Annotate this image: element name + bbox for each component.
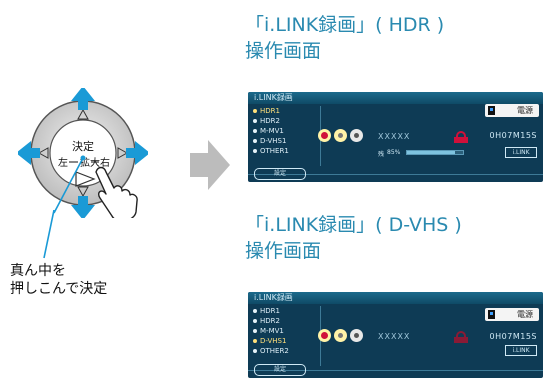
screen2-panel-title: i.LINK録画 [254, 293, 293, 302]
screen2-titlebar: i.LINK録画 [248, 292, 543, 304]
input-item[interactable]: D-VHS1 [252, 336, 318, 346]
screen1-heading: 「i.LINK録画」( HDR ) 操作画面 [245, 12, 444, 64]
power-label: 電源 [517, 310, 533, 319]
dpad-left-label: 左 [58, 156, 68, 169]
input-item[interactable]: D-VHS1 [252, 136, 318, 146]
program-title: XXXXX [378, 132, 411, 141]
screen2-heading-line1: 「i.LINK録画」( D-VHS ) [245, 214, 462, 236]
input-label: OTHER1 [260, 147, 289, 155]
input-label: HDR2 [260, 117, 280, 125]
remain-bar [406, 150, 464, 155]
caption-line2: 押しこんで決定 [10, 281, 108, 297]
power-icon [488, 310, 495, 319]
input-item[interactable]: M-MV1 [252, 126, 318, 136]
input-item[interactable]: HDR2 [252, 116, 318, 126]
pause-button[interactable] [334, 329, 347, 342]
input-label: M-MV1 [260, 327, 284, 335]
settings-button[interactable]: 設定 [254, 168, 306, 180]
settings-button[interactable]: 設定 [254, 364, 306, 376]
leader-line-lower [43, 210, 55, 259]
lock-icon [454, 331, 468, 343]
screen1-panel-title: i.LINK録画 [254, 93, 293, 102]
input-label: D-VHS1 [260, 137, 287, 145]
screen2-panel: i.LINK録画 HDR1 HDR2 M-MV1 D-VHS1 OTHER2 X… [248, 292, 543, 378]
input-label: HDR2 [260, 317, 280, 325]
transport-buttons [318, 329, 368, 343]
program-title: XXXXX [378, 332, 411, 341]
remaining-time: 0H07M15S [489, 332, 537, 341]
screen1-heading-line1: 「i.LINK録画」( HDR ) [245, 14, 445, 36]
screen2-heading-line2: 操作画面 [245, 240, 322, 262]
input-item[interactable]: OTHER1 [252, 146, 318, 156]
screen1-panel: i.LINK録画 HDR1 HDR2 M-MV1 D-VHS1 OTHER1 X… [248, 92, 543, 182]
stop-button[interactable] [350, 329, 363, 342]
remain-prefix: 残 [378, 151, 385, 158]
input-label: HDR1 [260, 107, 280, 115]
screen1-heading-line2: 操作画面 [245, 40, 322, 62]
power-label: 電源 [517, 106, 533, 115]
remain-percent: 85% [387, 149, 401, 156]
caption-line1: 真ん中を [10, 263, 66, 279]
input-item[interactable]: M-MV1 [252, 326, 318, 336]
transport-buttons [318, 129, 368, 143]
ilink-button[interactable]: i.LINK [505, 147, 537, 158]
record-button[interactable] [318, 329, 331, 342]
pause-button[interactable] [334, 129, 347, 142]
big-right-arrow-icon [190, 140, 230, 190]
screen2-input-list: HDR1 HDR2 M-MV1 D-VHS1 OTHER2 [252, 306, 318, 356]
remain-bar-fill [407, 151, 455, 154]
input-item[interactable]: HDR2 [252, 316, 318, 326]
screen1-input-list: HDR1 HDR2 M-MV1 D-VHS1 OTHER1 [252, 106, 318, 156]
input-item[interactable]: HDR1 [252, 106, 318, 116]
input-item[interactable]: HDR1 [252, 306, 318, 316]
screen1-titlebar: i.LINK録画 [248, 92, 543, 104]
ilink-button[interactable]: i.LINK [505, 345, 537, 356]
input-label: OTHER2 [260, 347, 289, 355]
input-label: M-MV1 [260, 127, 284, 135]
input-label: D-VHS1 [260, 337, 287, 345]
input-label: HDR1 [260, 307, 280, 315]
input-item[interactable]: OTHER2 [252, 346, 318, 356]
record-button[interactable] [318, 129, 331, 142]
remote-dpad-diagram: 決定 左 拡大 右 [18, 88, 148, 218]
dpad-center-label: 決定 [72, 139, 94, 153]
power-button[interactable]: 電源 [485, 308, 539, 321]
power-button[interactable]: 電源 [485, 104, 539, 117]
screen2-heading: 「i.LINK録画」( D-VHS ) 操作画面 [245, 212, 462, 264]
remaining-time: 0H07M15S [489, 131, 537, 140]
remote-caption: 真ん中を 押しこんで決定 [10, 262, 107, 298]
lock-icon [454, 131, 468, 143]
power-icon [488, 106, 495, 115]
stop-button[interactable] [350, 129, 363, 142]
